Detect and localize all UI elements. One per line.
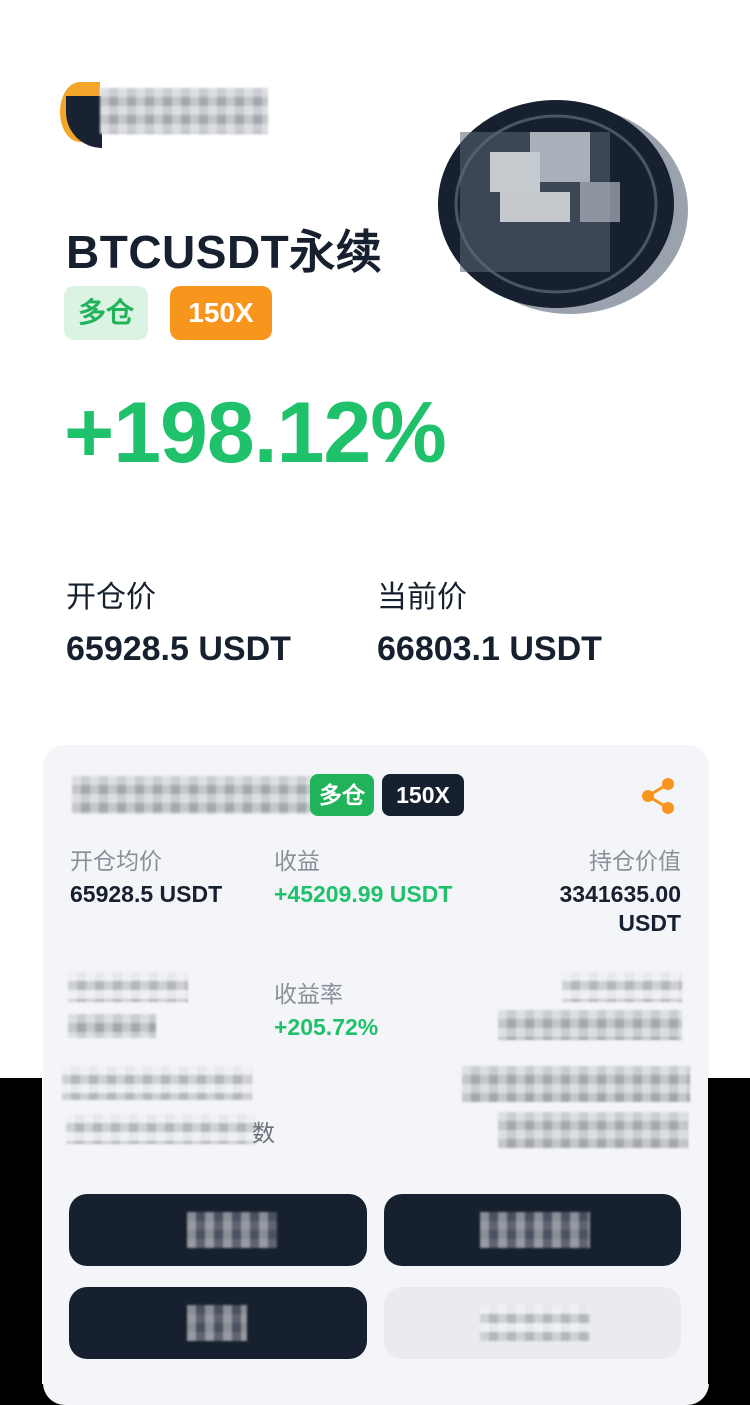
position-side-badge: 多仓	[64, 286, 148, 340]
blurred-value	[462, 1066, 690, 1102]
avg-entry-label: 开仓均价	[70, 849, 162, 875]
current-price-label: 当前价	[377, 580, 467, 615]
contract-title: BTCUSDT永续	[66, 226, 383, 278]
blurred-label	[62, 1066, 252, 1100]
blurred-symbol-text	[72, 776, 312, 814]
brand-logo	[60, 76, 270, 148]
entry-price-value: 65928.5 USDT	[66, 630, 291, 668]
leverage-badge: 150X	[170, 286, 272, 340]
action-button-3[interactable]	[69, 1287, 367, 1359]
pnl-value: +45209.99 USDT	[274, 881, 453, 907]
share-icon[interactable]	[636, 774, 680, 818]
frame-edge-left	[0, 1078, 42, 1384]
current-price-value: 66803.1 USDT	[377, 630, 602, 668]
blurred-label	[66, 1114, 256, 1144]
position-share-page: BTCUSDT永续 多仓 150X +198.12% 开仓价 65928.5 U…	[0, 0, 750, 1405]
pnl-rate-label: 收益率	[274, 982, 343, 1008]
avg-entry-value: 65928.5 USDT	[70, 881, 223, 907]
blurred-label	[562, 972, 682, 1002]
blurred-value	[498, 1112, 688, 1148]
position-value-unit: USDT	[618, 910, 681, 936]
position-value-amount: 3341635.00	[559, 881, 681, 907]
coin-illustration-icon	[438, 100, 688, 314]
pnl-label: 收益	[274, 849, 320, 875]
pnl-rate-value: +205.72%	[274, 1014, 379, 1040]
entry-price-label: 开仓价	[66, 580, 156, 615]
frame-edge-right	[708, 1078, 750, 1384]
partial-label-fragment: 数	[252, 1121, 275, 1147]
card-leverage-badge: 150X	[382, 774, 464, 816]
card-position-side-badge: 多仓	[310, 774, 374, 816]
blurred-value	[68, 1014, 156, 1038]
action-button-1[interactable]	[69, 1194, 367, 1266]
pnl-percent: +198.12%	[64, 385, 447, 481]
blurred-value	[498, 1010, 682, 1040]
action-button-2[interactable]	[384, 1194, 681, 1266]
blurred-label	[68, 972, 188, 1002]
action-button-4[interactable]	[384, 1287, 681, 1359]
position-value-label: 持仓价值	[589, 849, 681, 875]
